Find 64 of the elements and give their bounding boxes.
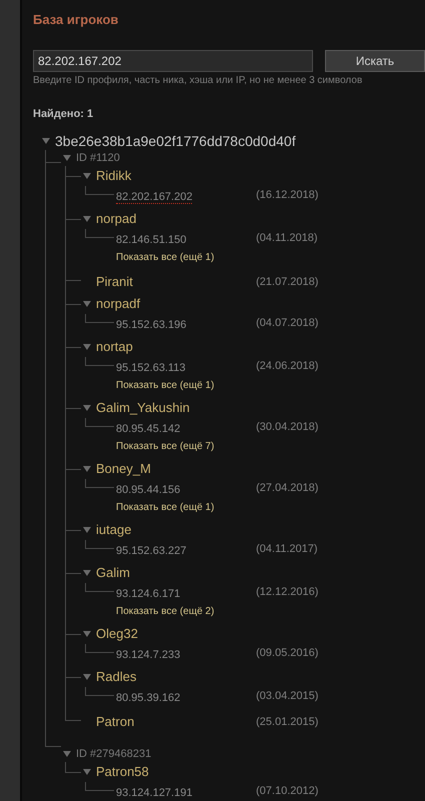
date-text: (30.04.2018)	[256, 420, 318, 436]
show-all-link[interactable]: Показать все (ещё 1)	[116, 250, 214, 264]
player-name[interactable]: Galim_Yakushin	[96, 398, 256, 418]
date-text: (07.10.2012)	[256, 784, 318, 800]
player-name[interactable]: Galim	[96, 563, 256, 583]
ip-address[interactable]: 93.124.7.233	[116, 648, 180, 660]
date-text: (27.04.2018)	[256, 481, 318, 496]
player-name[interactable]: norpad	[96, 209, 256, 229]
player-name[interactable]: Oleg32	[96, 624, 256, 644]
show-all-link[interactable]: Показать все (ещё 2)	[116, 604, 214, 618]
date-text: (04.07.2018)	[256, 316, 318, 332]
show-all-link[interactable]: Показать все (ещё 1)	[116, 378, 214, 392]
ip-address[interactable]: 80.95.39.162	[116, 692, 180, 704]
caret-icon[interactable]	[83, 769, 91, 775]
date-text: (21.07.2018)	[256, 274, 318, 290]
player-name[interactable]: Boney_M	[96, 459, 256, 479]
caret-icon[interactable]	[83, 527, 91, 533]
player-name[interactable]: Ridikk	[96, 166, 256, 186]
player-name[interactable]: iutage	[96, 520, 256, 540]
ip-address[interactable]: 82.202.167.202	[116, 190, 192, 204]
date-text: (04.11.2018)	[256, 231, 318, 246]
caret-icon[interactable]	[83, 631, 91, 637]
caret-icon[interactable]	[83, 674, 91, 680]
date-text: (16.12.2018)	[256, 188, 318, 204]
date-text: (04.11.2017)	[256, 542, 318, 558]
caret-icon[interactable]	[83, 570, 91, 576]
caret-icon[interactable]	[83, 405, 91, 411]
search-hint: Введите ID профиля, часть ника, хэша или IP, но не менее 3 символов	[33, 74, 364, 88]
player-name[interactable]: Piranit	[96, 272, 256, 292]
player-name[interactable]: Patron58	[96, 762, 256, 782]
date-text: (03.04.2015)	[256, 689, 318, 704]
search-field[interactable]: 82.202.167.202	[33, 50, 313, 72]
date-text: (12.12.2016)	[256, 585, 318, 600]
player-name[interactable]: Patron	[96, 712, 256, 732]
ip-address[interactable]: 95.152.63.113	[116, 362, 186, 374]
account-id[interactable]: ID #1120	[76, 150, 120, 166]
ip-address[interactable]: 95.152.63.196	[116, 318, 186, 330]
player-name[interactable]: nortap	[96, 337, 256, 357]
show-all-link[interactable]: Показать все (ещё 7)	[116, 438, 214, 454]
ip-address[interactable]: 93.124.127.191	[116, 786, 192, 798]
caret-icon[interactable]	[83, 173, 91, 179]
show-all-link[interactable]: Показать все (ещё 1)	[116, 500, 214, 514]
ip-address[interactable]: 93.124.6.171	[116, 588, 180, 600]
ip-address[interactable]: 82.146.51.150	[116, 234, 186, 246]
date-text: (09.05.2016)	[256, 646, 318, 662]
caret-icon[interactable]	[83, 344, 91, 350]
results-count: Найдено: 1	[33, 106, 94, 122]
caret-icon[interactable]	[83, 216, 91, 222]
caret-icon[interactable]	[83, 466, 91, 472]
account-id[interactable]: ID #279468231	[76, 746, 152, 762]
caret-icon[interactable]	[63, 155, 71, 161]
date-text: (24.06.2018)	[256, 359, 318, 374]
caret-icon[interactable]	[63, 751, 71, 757]
caret-icon[interactable]	[42, 138, 50, 144]
ip-address[interactable]: 80.95.45.142	[116, 422, 180, 434]
player-name[interactable]: Radles	[96, 667, 256, 687]
page-title: База игроков	[33, 11, 120, 29]
search-button[interactable]: Искать	[325, 50, 425, 72]
caret-icon[interactable]	[83, 301, 91, 307]
player-name[interactable]: norpadf	[96, 294, 256, 314]
hash-text[interactable]: 3be26e38b1a9e02f1776dd78c0d0d40f	[55, 130, 296, 152]
date-text: (25.01.2015)	[256, 714, 318, 730]
ip-address[interactable]: 95.152.63.227	[116, 544, 186, 556]
ip-address[interactable]: 80.95.44.156	[116, 484, 180, 496]
